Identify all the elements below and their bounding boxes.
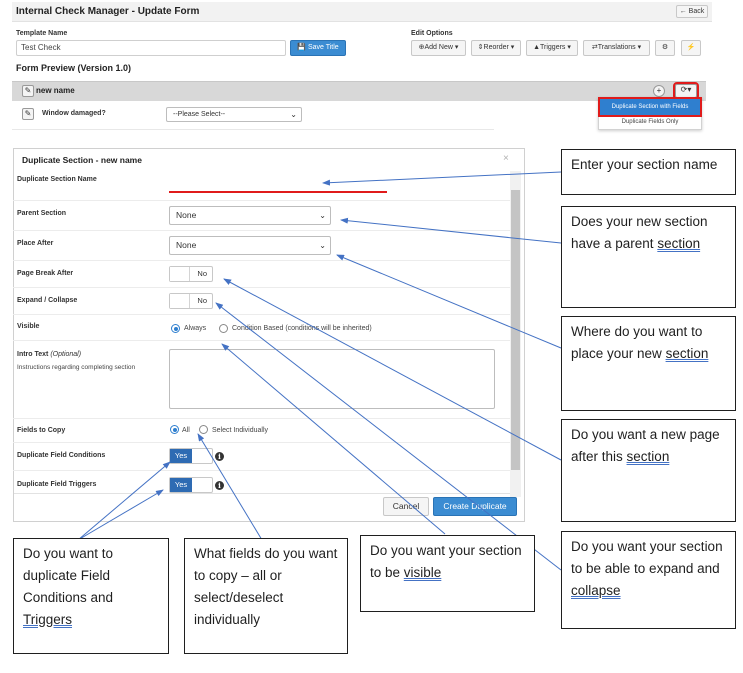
add-field-icon[interactable]: + xyxy=(653,85,665,97)
reorder-button[interactable]: ⇕Reorder ▾ xyxy=(471,40,521,56)
plugin-button[interactable]: ⚡ xyxy=(681,40,701,56)
plug-icon: ⚡ xyxy=(686,44,696,51)
edit-section-icon[interactable]: ✎ xyxy=(22,85,34,97)
expand-collapse-toggle[interactable]: No xyxy=(169,293,213,309)
highlight-underline xyxy=(169,191,387,193)
bell-icon: ▲ xyxy=(533,44,541,51)
chevron-down-icon: ⌄ xyxy=(290,110,297,119)
intro-text-label: Intro Text (Optional) xyxy=(17,351,82,358)
fields-all-label: All xyxy=(182,427,190,434)
chevron-down-icon: ⌄ xyxy=(319,211,326,220)
intro-text-area[interactable] xyxy=(169,349,495,409)
visible-condition-radio[interactable] xyxy=(219,324,228,333)
place-after-label: Place After xyxy=(17,240,54,247)
field-select[interactable]: --Please Select-- ⌄ xyxy=(166,107,302,122)
visible-condition-label: Condition Based (conditions will be inhe… xyxy=(232,325,372,332)
modal-scroll-thumb[interactable] xyxy=(511,190,520,470)
settings-button[interactable]: ⚙ xyxy=(655,40,675,56)
modal-title: Duplicate Section - new name xyxy=(22,155,142,165)
visible-label: Visible xyxy=(17,323,40,330)
template-name-input[interactable]: Test Check xyxy=(16,40,286,56)
back-button[interactable]: ← Back xyxy=(676,5,708,18)
callout-place-after: Where do you want to place your new sect… xyxy=(561,316,736,411)
divider xyxy=(13,340,510,341)
save-title-button[interactable]: 💾 Save Title xyxy=(290,40,346,56)
field-label: Window damaged? xyxy=(42,110,106,117)
fields-select-label: Select Individually xyxy=(212,427,269,434)
callout-enter-name: Enter your section name xyxy=(561,149,736,195)
gear-icon: ⚙ xyxy=(661,44,669,51)
save-icon: 💾 xyxy=(297,44,306,51)
callout-visible: Do you want your section to be visible xyxy=(360,535,535,612)
duplicate-conditions-label: Duplicate Field Conditions xyxy=(17,452,106,459)
page-title: Internal Check Manager - Update Form xyxy=(16,6,200,17)
chevron-down-icon: ⌄ xyxy=(319,241,326,250)
section-name: new name xyxy=(36,86,75,95)
info-icon[interactable]: i xyxy=(215,452,224,461)
close-icon[interactable]: × xyxy=(503,153,509,164)
cancel-button[interactable]: Cancel xyxy=(383,497,429,516)
divider xyxy=(13,442,510,443)
form-preview-title: Form Preview (Version 1.0) xyxy=(16,63,132,73)
fields-to-copy-label: Fields to Copy xyxy=(17,427,66,434)
duplicate-section-modal xyxy=(13,148,525,522)
triggers-button[interactable]: ▲Triggers ▾ xyxy=(526,40,578,56)
page-break-toggle[interactable]: No xyxy=(169,266,213,282)
section-name-label: Duplicate Section Name xyxy=(17,176,97,183)
duplicate-dropdown-button[interactable]: ⟳▾ xyxy=(673,82,699,100)
divider xyxy=(13,418,510,419)
refresh-icon: ⟳ xyxy=(680,85,688,94)
create-duplicate-button[interactable]: Create Duplicate xyxy=(433,497,517,516)
visible-always-label: Always xyxy=(184,325,207,332)
info-icon[interactable]: i xyxy=(215,481,224,490)
page-break-label: Page Break After xyxy=(17,270,74,277)
callout-expand-collapse: Do you want your section to be able to e… xyxy=(561,531,736,629)
menu-item-duplicate-with-fields[interactable]: Duplicate Section with Fields xyxy=(598,97,702,117)
divider xyxy=(13,287,510,288)
add-new-button[interactable]: ⊕Add New ▾ xyxy=(411,40,466,56)
menu-item-duplicate-fields-only[interactable]: Duplicate Fields Only xyxy=(600,116,700,128)
edit-field-icon[interactable]: ✎ xyxy=(22,108,34,120)
template-name-label: Template Name xyxy=(16,30,68,37)
expand-collapse-label: Expand / Collapse xyxy=(17,297,78,304)
parent-section-label: Parent Section xyxy=(17,210,67,217)
translations-button[interactable]: ⇄Translations ▾ xyxy=(583,40,650,56)
callout-duplicate-options: Do you want to duplicate Field Condition… xyxy=(13,538,169,654)
fields-all-radio[interactable] xyxy=(170,425,179,434)
edit-options-label: Edit Options xyxy=(411,30,453,37)
divider xyxy=(13,230,510,231)
fields-select-radio[interactable] xyxy=(199,425,208,434)
visible-always-radio[interactable] xyxy=(171,324,180,333)
duplicate-triggers-toggle[interactable]: Yes xyxy=(169,477,213,493)
divider xyxy=(13,260,510,261)
divider xyxy=(13,200,510,201)
divider xyxy=(13,470,510,471)
intro-text-help: Instructions regarding completing sectio… xyxy=(17,364,136,371)
duplicate-conditions-toggle[interactable]: Yes xyxy=(169,448,213,464)
duplicate-triggers-label: Duplicate Field Triggers xyxy=(17,481,97,488)
divider xyxy=(13,314,510,315)
callout-parent-section: Does your new section have a parent sect… xyxy=(561,206,736,308)
place-after-select[interactable]: None ⌄ xyxy=(169,236,331,255)
section-name-input[interactable] xyxy=(169,173,387,191)
parent-section-select[interactable]: None ⌄ xyxy=(169,206,331,225)
callout-fields-to-copy: What fields do you want to copy – all or… xyxy=(184,538,348,654)
callout-page-break: Do you want a new page after this sectio… xyxy=(561,419,736,522)
